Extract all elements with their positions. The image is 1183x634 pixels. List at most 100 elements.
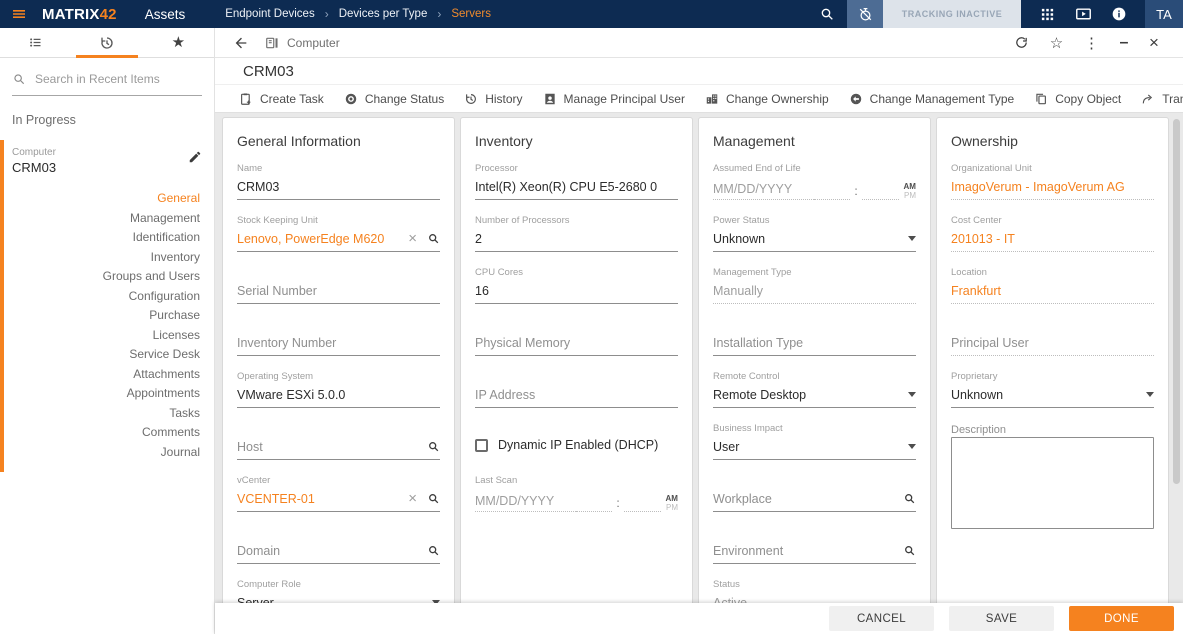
search-icon[interactable] xyxy=(903,492,916,505)
field-value-link[interactable]: ImagoVerum - ImagoVerum AG xyxy=(951,180,1154,194)
search-icon[interactable] xyxy=(427,232,440,245)
chevron-down-icon[interactable] xyxy=(908,392,916,397)
nav-configuration[interactable]: Configuration xyxy=(129,287,200,307)
field-cost-center[interactable]: Cost Center 201013 - IT xyxy=(937,211,1168,263)
field-placeholder[interactable]: Environment xyxy=(713,544,903,558)
clear-icon[interactable]: × xyxy=(408,231,417,246)
field-description[interactable]: Description xyxy=(937,419,1168,529)
field-workplace[interactable]: Workplace xyxy=(699,471,930,523)
favorite-star-icon[interactable]: ☆ xyxy=(1039,34,1074,52)
field-placeholder[interactable]: Physical Memory xyxy=(475,336,678,350)
field-value-link[interactable]: Frankfurt xyxy=(951,284,1154,298)
time-segment[interactable] xyxy=(813,188,851,200)
menu-icon[interactable] xyxy=(11,6,27,22)
manage-principal-user-button[interactable]: Manage Principal User xyxy=(533,92,695,106)
field-value-link[interactable]: VCENTER-01 xyxy=(237,492,408,506)
field-vcenter[interactable]: vCenter VCENTER-01 × xyxy=(223,471,454,523)
tab-favorites[interactable]: ★ xyxy=(143,28,214,57)
field-value[interactable]: 16 xyxy=(475,284,678,298)
done-button[interactable]: DONE xyxy=(1069,606,1174,631)
field-domain[interactable]: Domain xyxy=(223,523,454,575)
time-segment[interactable] xyxy=(623,500,661,512)
tab-recent-history[interactable] xyxy=(71,28,142,58)
field-computer-role[interactable]: Computer Role Server xyxy=(223,575,454,603)
cancel-button[interactable]: CANCEL xyxy=(829,606,934,631)
field-business-impact[interactable]: Business Impact User xyxy=(699,419,930,471)
field-host[interactable]: Host xyxy=(223,419,454,471)
recent-items-search[interactable]: Search in Recent Items xyxy=(12,72,202,96)
chevron-down-icon[interactable] xyxy=(1146,392,1154,397)
field-dhcp-enabled[interactable]: Dynamic IP Enabled (DHCP) xyxy=(461,419,692,471)
date-placeholder[interactable]: MM/DD/YYYY xyxy=(713,182,814,200)
field-value[interactable]: User xyxy=(713,440,902,454)
field-physical-memory[interactable]: Physical Memory xyxy=(461,315,692,367)
minimize-icon[interactable]: – xyxy=(1109,34,1139,52)
transfer-related-objects-button[interactable]: Transfer Related Objects xyxy=(1131,92,1183,106)
field-installation-type[interactable]: Installation Type xyxy=(699,315,930,367)
save-button[interactable]: SAVE xyxy=(949,606,1054,631)
change-ownership-button[interactable]: Change Ownership xyxy=(695,92,839,106)
field-placeholder[interactable]: Inventory Number xyxy=(237,336,440,350)
field-value[interactable]: 2 xyxy=(475,232,678,246)
search-icon[interactable] xyxy=(427,492,440,505)
history-button[interactable]: History xyxy=(454,92,532,106)
chevron-down-icon[interactable] xyxy=(908,236,916,241)
field-location[interactable]: Location Frankfurt xyxy=(937,263,1168,315)
date-placeholder[interactable]: MM/DD/YYYY xyxy=(475,494,576,512)
field-placeholder[interactable]: Workplace xyxy=(713,492,903,506)
vertical-scrollbar[interactable] xyxy=(1173,119,1180,484)
nav-purchase[interactable]: Purchase xyxy=(149,306,200,326)
time-segment[interactable] xyxy=(575,500,613,512)
time-segment[interactable] xyxy=(861,188,899,200)
refresh-icon[interactable] xyxy=(1004,35,1039,50)
nav-inventory[interactable]: Inventory xyxy=(151,248,200,268)
user-avatar[interactable]: TA xyxy=(1145,0,1183,28)
am-pm-toggle[interactable]: AM PM xyxy=(661,494,678,512)
field-stock-keeping-unit[interactable]: Stock Keeping Unit Lenovo, PowerEdge M62… xyxy=(223,211,454,263)
field-processor[interactable]: Processor Intel(R) Xeon(R) CPU E5-2680 0 xyxy=(461,159,692,211)
field-number-of-processors[interactable]: Number of Processors 2 xyxy=(461,211,692,263)
field-value[interactable]: Unknown xyxy=(713,232,902,246)
field-placeholder[interactable]: IP Address xyxy=(475,388,678,402)
field-value[interactable]: Intel(R) Xeon(R) CPU E5-2680 0 xyxy=(475,180,678,194)
field-organizational-unit[interactable]: Organizational Unit ImagoVerum - ImagoVe… xyxy=(937,159,1168,211)
field-last-scan[interactable]: Last Scan MM/DD/YYYY : AM PM xyxy=(461,471,692,523)
close-icon[interactable]: × xyxy=(1139,33,1169,53)
field-operating-system[interactable]: Operating System VMware ESXi 5.0.0 xyxy=(223,367,454,419)
field-name[interactable]: Name CRM03 xyxy=(223,159,454,211)
screencast-icon[interactable] xyxy=(1065,0,1101,28)
recent-item-crm03[interactable]: Computer CRM03 xyxy=(4,140,214,181)
nav-service-desk[interactable]: Service Desk xyxy=(129,345,200,365)
nav-identification[interactable]: Identification xyxy=(133,228,200,248)
field-placeholder[interactable]: Principal User xyxy=(951,336,1154,350)
breadcrumb-devices-per-type[interactable]: Devices per Type xyxy=(339,8,428,20)
am-pm-toggle[interactable]: AM PM xyxy=(899,182,916,200)
description-textarea[interactable] xyxy=(951,437,1154,529)
field-value[interactable]: VMware ESXi 5.0.0 xyxy=(237,388,440,402)
field-value[interactable]: Remote Desktop xyxy=(713,388,902,402)
chevron-down-icon[interactable] xyxy=(908,444,916,449)
change-management-type-button[interactable]: Change Management Type xyxy=(839,92,1025,106)
field-value-link[interactable]: Lenovo, PowerEdge M620 xyxy=(237,232,408,246)
field-remote-control[interactable]: Remote Control Remote Desktop xyxy=(699,367,930,419)
field-environment[interactable]: Environment xyxy=(699,523,930,575)
search-icon[interactable] xyxy=(427,440,440,453)
breadcrumb-endpoint-devices[interactable]: Endpoint Devices xyxy=(225,8,315,20)
field-placeholder[interactable]: Host xyxy=(237,440,427,454)
checkbox-unchecked[interactable] xyxy=(475,438,488,452)
nav-appointments[interactable]: Appointments xyxy=(127,384,200,404)
search-icon[interactable] xyxy=(903,544,916,557)
apps-grid-icon[interactable] xyxy=(1029,0,1065,28)
breadcrumb-servers[interactable]: Servers xyxy=(451,8,491,20)
field-value[interactable]: Server xyxy=(237,596,426,604)
nav-comments[interactable]: Comments xyxy=(142,423,200,443)
matrix42-logo[interactable]: MATRIX42 xyxy=(42,6,117,23)
field-proprietary[interactable]: Proprietary Unknown xyxy=(937,367,1168,419)
field-power-status[interactable]: Power Status Unknown xyxy=(699,211,930,263)
back-arrow-icon[interactable] xyxy=(233,35,249,51)
nav-management[interactable]: Management xyxy=(130,209,200,229)
nav-tasks[interactable]: Tasks xyxy=(169,404,200,424)
info-icon[interactable] xyxy=(1101,0,1137,28)
create-task-button[interactable]: Create Task xyxy=(229,92,334,106)
field-placeholder[interactable]: Serial Number xyxy=(237,284,440,298)
